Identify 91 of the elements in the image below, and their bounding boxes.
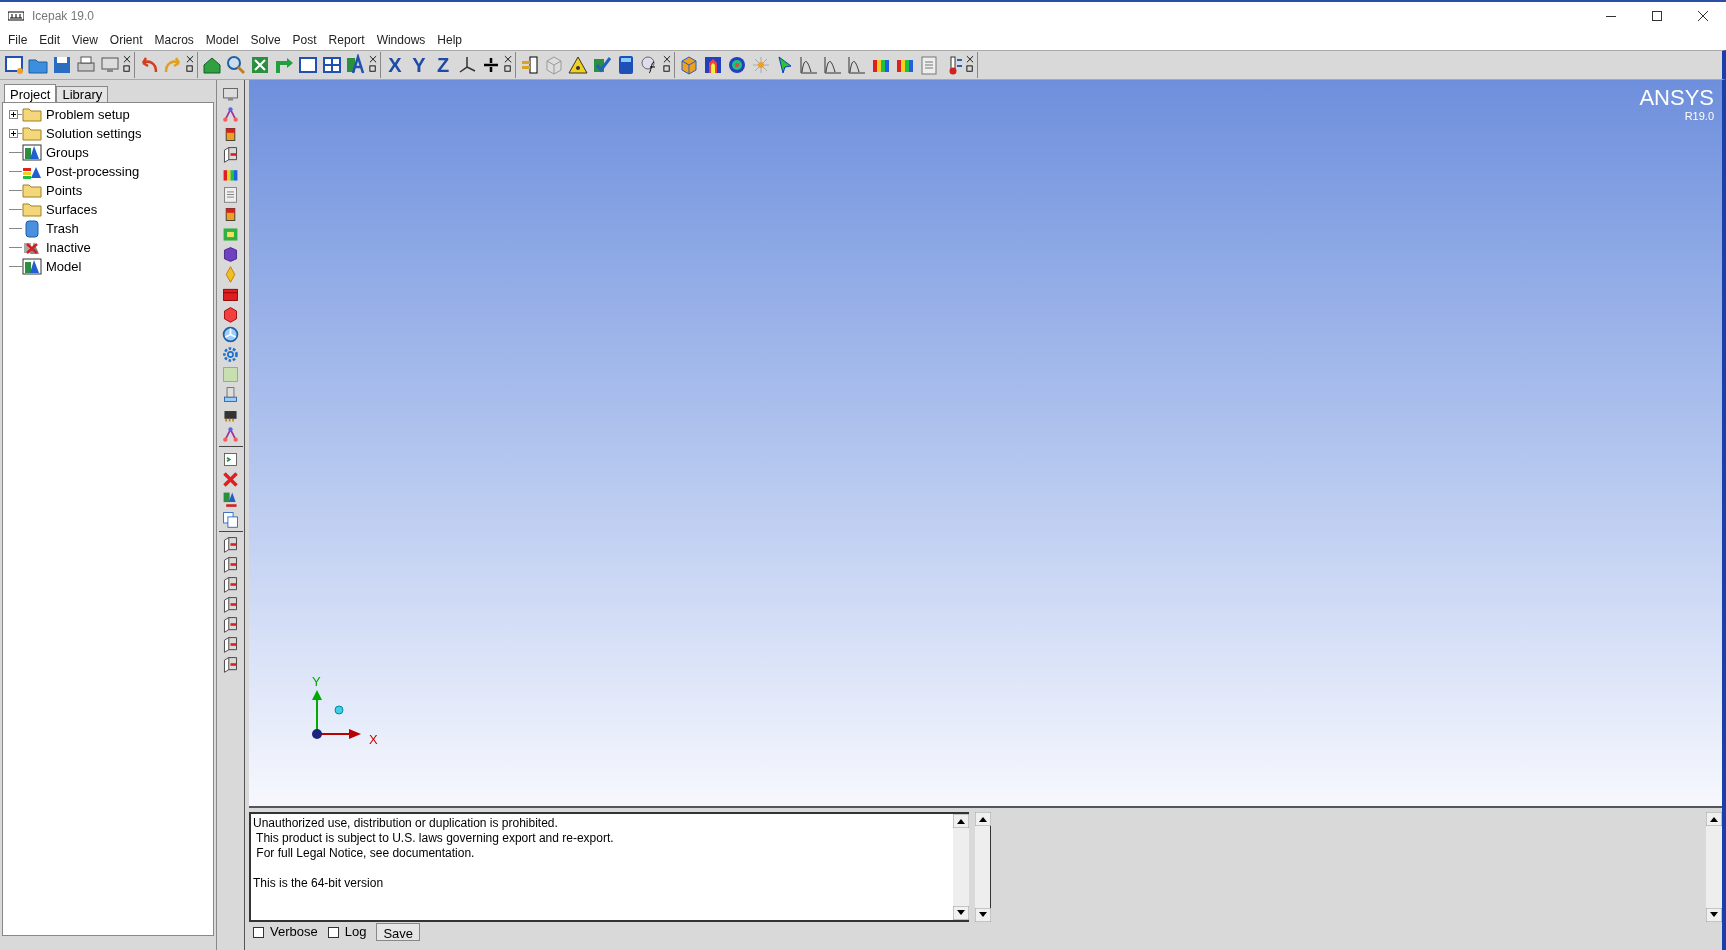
menu-item[interactable]: Macros bbox=[148, 31, 200, 49]
box-with-arrow-icon[interactable] bbox=[221, 654, 240, 674]
target-rings-icon[interactable] bbox=[726, 54, 748, 76]
axis-view-button[interactable]: Y bbox=[407, 54, 431, 76]
axis-triad-drawing bbox=[309, 690, 361, 740]
tree-item[interactable]: Solution settings bbox=[46, 123, 142, 144]
single-window-icon[interactable] bbox=[297, 54, 319, 76]
tree-item[interactable]: Points bbox=[46, 180, 83, 201]
box-with-arrow-icon[interactable] bbox=[221, 574, 240, 594]
maximize-icon bbox=[1652, 11, 1662, 21]
menu-item[interactable]: Help bbox=[431, 31, 468, 49]
tree-item[interactable]: Model bbox=[46, 256, 82, 277]
menu-item[interactable]: Report bbox=[322, 31, 371, 49]
warning-triangle-icon[interactable] bbox=[567, 54, 589, 76]
checkbox[interactable] bbox=[327, 926, 339, 938]
menu-item[interactable]: Edit bbox=[33, 31, 67, 49]
bin-icon bbox=[22, 219, 42, 238]
tab[interactable]: Library bbox=[56, 86, 109, 102]
box-with-arrow-icon[interactable] bbox=[221, 554, 240, 574]
tree-item[interactable]: Post-processing bbox=[46, 161, 140, 182]
tree-item[interactable]: Surfaces bbox=[46, 199, 98, 220]
checkbox-label: Verbose bbox=[270, 923, 318, 942]
shapes-icon bbox=[22, 143, 42, 162]
delete-icon[interactable] bbox=[221, 469, 240, 489]
tree-item[interactable]: Problem setup bbox=[46, 104, 130, 125]
curve-plot-icon[interactable] bbox=[798, 54, 820, 76]
node-network-icon[interactable] bbox=[221, 104, 240, 124]
curve-plot-icon[interactable] bbox=[846, 54, 868, 76]
tree-item[interactable]: Inactive bbox=[46, 237, 91, 258]
y-axis-label: Y bbox=[312, 673, 321, 691]
folder-icon bbox=[22, 105, 42, 124]
close-icon bbox=[1698, 11, 1708, 21]
scroll-up-icon[interactable] bbox=[953, 814, 969, 828]
tile-icon[interactable] bbox=[221, 364, 240, 384]
curve-plot-icon[interactable] bbox=[822, 54, 844, 76]
box-with-arrow-icon[interactable] bbox=[221, 634, 240, 654]
app-logo-icon bbox=[8, 10, 24, 22]
box-with-arrow-icon[interactable] bbox=[221, 534, 240, 554]
fit-arrows-icon[interactable] bbox=[249, 54, 271, 76]
scroll-up-icon[interactable] bbox=[1706, 812, 1722, 826]
menu-item[interactable]: Windows bbox=[370, 31, 432, 49]
expand-icon[interactable] bbox=[9, 110, 18, 119]
menu-item[interactable]: File bbox=[2, 31, 34, 49]
box-with-arrow-icon[interactable] bbox=[221, 144, 240, 164]
four-pane-window-icon[interactable] bbox=[321, 54, 343, 76]
tree-item[interactable]: Trash bbox=[46, 218, 79, 239]
axis-view-button[interactable]: X bbox=[383, 54, 407, 76]
checkbox-label: Log bbox=[344, 923, 367, 942]
scrollbar[interactable] bbox=[953, 814, 969, 920]
window-title: Icepak 19.0 bbox=[32, 8, 95, 25]
axis-view-button[interactable]: Z bbox=[431, 54, 455, 76]
hexagonal-prism-icon[interactable] bbox=[221, 244, 240, 264]
tab[interactable]: Project bbox=[4, 84, 57, 102]
fan-icon[interactable] bbox=[221, 324, 240, 344]
scroll-down-icon[interactable] bbox=[953, 906, 969, 920]
checkbox[interactable] bbox=[253, 926, 264, 938]
expand-icon[interactable] bbox=[9, 129, 18, 138]
block-bar-icon[interactable] bbox=[519, 54, 541, 76]
scroll-down-icon[interactable] bbox=[1706, 908, 1722, 922]
menu-item[interactable]: Solve bbox=[244, 31, 287, 49]
scroll-up-icon[interactable] bbox=[975, 812, 991, 826]
box-with-arrow-icon[interactable] bbox=[221, 594, 240, 614]
tree-item[interactable]: Groups bbox=[46, 142, 89, 163]
report-sheet-icon[interactable] bbox=[221, 184, 240, 204]
cube-icon[interactable] bbox=[221, 304, 240, 324]
gear-icon[interactable] bbox=[221, 344, 240, 364]
copy-pages-icon[interactable] bbox=[221, 509, 240, 529]
new-document-icon[interactable] bbox=[3, 54, 25, 76]
minimize-icon bbox=[1606, 15, 1616, 17]
box-with-arrow-icon[interactable] bbox=[221, 614, 240, 634]
menu-item[interactable]: Model bbox=[199, 31, 245, 49]
x-axis-label: X bbox=[369, 731, 378, 749]
colored-cube-icon[interactable] bbox=[678, 54, 700, 76]
menu-item[interactable]: Orient bbox=[103, 31, 149, 49]
console-output: Unauthorized use, distribution or duplication is prohibited. This product is subject to U.S. laws governing export and re-export. For full Legal Notice, see documentation. This is the 64-bit version bbox=[252, 815, 615, 892]
3d-viewport[interactable]: ANSYS R19.0 Y X bbox=[249, 80, 1722, 808]
folder-icon bbox=[22, 181, 42, 200]
version-label: R19.0 bbox=[1684, 110, 1714, 122]
menu-item[interactable]: View bbox=[66, 31, 104, 49]
folder-icon bbox=[22, 200, 42, 219]
shapes-icon bbox=[22, 257, 42, 276]
letter-a-icon[interactable] bbox=[345, 54, 367, 76]
menu-item[interactable]: Post bbox=[286, 31, 323, 49]
scroll-down-icon[interactable] bbox=[975, 908, 991, 922]
folder-icon bbox=[22, 124, 42, 143]
save-button[interactable]: Save bbox=[376, 923, 421, 941]
brand-logo: ANSYS bbox=[1639, 86, 1714, 110]
node-network-icon[interactable] bbox=[221, 424, 240, 444]
contour-plot-icon[interactable] bbox=[702, 54, 724, 76]
stacked-plates-icon[interactable] bbox=[221, 384, 240, 404]
magnifier-icon[interactable] bbox=[225, 54, 247, 76]
